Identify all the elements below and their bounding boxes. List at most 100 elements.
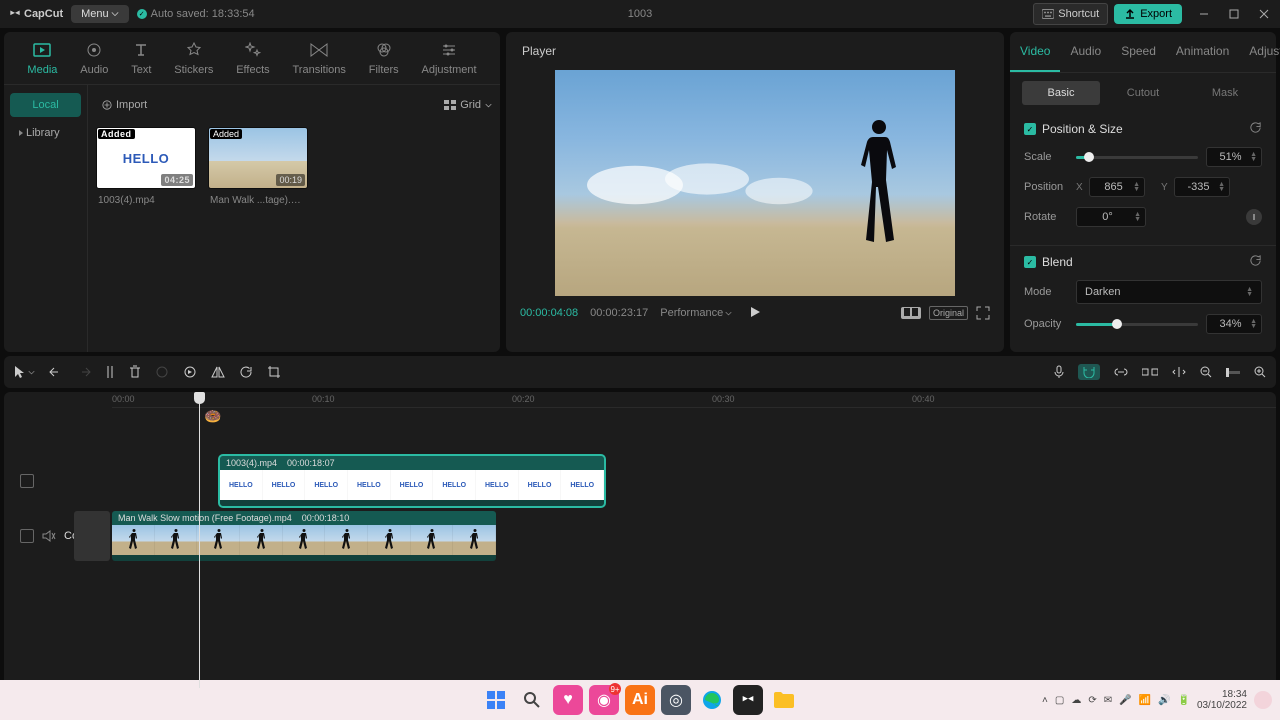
reverse-tool[interactable] bbox=[183, 365, 197, 379]
tray-volume[interactable]: 🔊 bbox=[1158, 695, 1170, 706]
timeline-ruler[interactable]: 00:00 00:10 00:20 00:30 00:40 bbox=[112, 392, 1276, 408]
maximize-button[interactable] bbox=[1226, 6, 1242, 22]
clip-walk[interactable]: Man Walk Slow motion (Free Footage).mp40… bbox=[112, 511, 496, 561]
preview-tool[interactable] bbox=[1142, 367, 1158, 377]
start-button[interactable] bbox=[481, 685, 511, 715]
fullscreen-icon[interactable] bbox=[976, 306, 990, 320]
delete-tool[interactable] bbox=[129, 365, 141, 379]
props-tab-video[interactable]: Video bbox=[1010, 32, 1060, 72]
task-app-2[interactable]: ◉9+ bbox=[589, 685, 619, 715]
redo-button[interactable] bbox=[77, 366, 91, 378]
reset-button[interactable] bbox=[1249, 254, 1262, 270]
tray-clock[interactable]: 18:34 03/10/2022 bbox=[1197, 689, 1247, 711]
track-lock[interactable] bbox=[20, 529, 34, 543]
minimize-button[interactable] bbox=[1196, 6, 1212, 22]
task-app-1[interactable]: ♥ bbox=[553, 685, 583, 715]
mic-tool[interactable] bbox=[1054, 365, 1064, 379]
tab-effects[interactable]: Effects bbox=[236, 40, 269, 76]
tray-mic[interactable]: 🎤 bbox=[1119, 695, 1131, 706]
clip-hello[interactable]: 1003(4).mp400:00:18:07 HELLOHELLOHELLOHE… bbox=[220, 456, 604, 506]
performance-dropdown[interactable]: Performance bbox=[660, 307, 732, 319]
task-app-obs[interactable]: ◎ bbox=[661, 685, 691, 715]
side-tab-local[interactable]: Local bbox=[10, 93, 81, 117]
task-edge[interactable] bbox=[697, 685, 727, 715]
reset-button[interactable] bbox=[1249, 121, 1262, 137]
tab-adjustment[interactable]: Adjustment bbox=[422, 40, 477, 76]
position-y[interactable]: -335▲▼ bbox=[1174, 177, 1230, 197]
gap-tool[interactable] bbox=[1172, 366, 1186, 378]
cover-thumb[interactable] bbox=[74, 511, 110, 561]
compare-icon[interactable] bbox=[901, 307, 921, 319]
tray-battery[interactable]: 🔋 bbox=[1177, 695, 1189, 706]
tab-stickers[interactable]: Stickers bbox=[174, 40, 213, 76]
tray-sync[interactable]: ⟳ bbox=[1088, 695, 1096, 706]
scale-slider[interactable] bbox=[1076, 156, 1198, 159]
subtab-basic[interactable]: Basic bbox=[1022, 81, 1100, 105]
scale-value[interactable]: 51% ▲▼ bbox=[1206, 147, 1262, 167]
link-tool[interactable] bbox=[1114, 367, 1128, 377]
video-preview[interactable] bbox=[555, 70, 955, 296]
media-item[interactable]: Added 00:19 Man Walk ...tage).mp4 bbox=[208, 127, 308, 212]
tab-transitions[interactable]: Transitions bbox=[293, 40, 346, 76]
play-button[interactable] bbox=[749, 306, 761, 318]
track[interactable]: 1003(4).mp400:00:18:07 HELLOHELLOHELLOHE… bbox=[112, 456, 1276, 506]
mute-icon[interactable] bbox=[42, 530, 56, 542]
ratio-button[interactable]: Original bbox=[929, 306, 968, 320]
record-tool[interactable] bbox=[155, 365, 169, 379]
search-button[interactable] bbox=[517, 685, 547, 715]
undo-button[interactable] bbox=[49, 366, 63, 378]
media-item[interactable]: Added HELLO 04:25 1003(4).mp4 bbox=[96, 127, 196, 212]
tray-wifi[interactable]: 📶 bbox=[1139, 695, 1151, 706]
props-tab-speed[interactable]: Speed bbox=[1111, 32, 1166, 72]
opacity-slider[interactable] bbox=[1076, 323, 1198, 326]
side-tab-library[interactable]: Library bbox=[10, 121, 81, 145]
track[interactable]: Cover Man Walk Slow motion (Free Footage… bbox=[112, 511, 1276, 561]
zoom-slider[interactable] bbox=[1226, 371, 1240, 374]
props-tab-audio[interactable]: Audio bbox=[1060, 32, 1111, 72]
tray-chevron[interactable]: ˄ bbox=[1042, 695, 1048, 706]
mirror-tool[interactable] bbox=[211, 366, 225, 378]
opacity-value[interactable]: 34% ▲▼ bbox=[1206, 314, 1262, 334]
zoom-in[interactable] bbox=[1254, 366, 1266, 378]
tray-user[interactable] bbox=[1254, 691, 1272, 709]
crop-tool[interactable] bbox=[267, 365, 281, 379]
tab-filters[interactable]: Filters bbox=[369, 40, 399, 76]
blend-mode-select[interactable]: Darken ▲▼ bbox=[1076, 280, 1262, 304]
grid-toggle[interactable]: Grid bbox=[444, 99, 492, 111]
track-lock[interactable] bbox=[20, 474, 34, 488]
subtab-mask[interactable]: Mask bbox=[1186, 81, 1264, 105]
task-explorer[interactable] bbox=[769, 685, 799, 715]
properties-panel: Video Audio Speed Animation Adjustment B… bbox=[1010, 32, 1276, 352]
task-app-ai[interactable]: Ai bbox=[625, 685, 655, 715]
menu-button[interactable]: Menu bbox=[71, 5, 129, 23]
rotate-value[interactable]: 0°▲▼ bbox=[1076, 207, 1146, 227]
close-button[interactable] bbox=[1256, 6, 1272, 22]
position-x[interactable]: 865▲▼ bbox=[1089, 177, 1145, 197]
shortcut-button[interactable]: Shortcut bbox=[1033, 3, 1108, 25]
playhead[interactable] bbox=[199, 392, 200, 688]
props-tab-animation[interactable]: Animation bbox=[1166, 32, 1239, 72]
tab-text[interactable]: Text bbox=[131, 40, 151, 76]
badge-duration: 00:19 bbox=[276, 174, 305, 186]
timeline[interactable]: 00:00 00:10 00:20 00:30 00:40 🍩 1003(4).… bbox=[4, 392, 1276, 688]
subtab-cutout[interactable]: Cutout bbox=[1104, 81, 1182, 105]
split-tool[interactable] bbox=[105, 365, 115, 379]
tray-icon[interactable]: ▢ bbox=[1055, 695, 1064, 706]
tray-cloud[interactable]: ☁ bbox=[1071, 695, 1081, 706]
props-tab-adjustment[interactable]: Adjustment bbox=[1239, 32, 1280, 72]
tab-audio[interactable]: Audio bbox=[80, 40, 108, 76]
tray-mail[interactable]: ✉ bbox=[1104, 695, 1112, 706]
taskbar[interactable]: ♥ ◉9+ Ai ◎ ˄ ▢ ☁ ⟳ ✉ 🎤 📶 🔊 🔋 18:34 03/10… bbox=[0, 680, 1280, 720]
section-toggle[interactable]: ✓ bbox=[1024, 123, 1036, 135]
task-capcut[interactable] bbox=[733, 685, 763, 715]
cursor-tool[interactable] bbox=[14, 365, 35, 379]
marker-icon[interactable]: 🍩 bbox=[204, 408, 221, 425]
zoom-out[interactable] bbox=[1200, 366, 1212, 378]
import-button[interactable]: Import bbox=[96, 95, 153, 115]
tab-media[interactable]: Media bbox=[27, 40, 57, 76]
section-toggle[interactable]: ✓ bbox=[1024, 256, 1036, 268]
export-button[interactable]: Export bbox=[1114, 4, 1182, 24]
rotate-tool[interactable] bbox=[239, 365, 253, 379]
rotate-wheel[interactable] bbox=[1246, 209, 1262, 225]
magnet-tool[interactable] bbox=[1078, 364, 1100, 380]
